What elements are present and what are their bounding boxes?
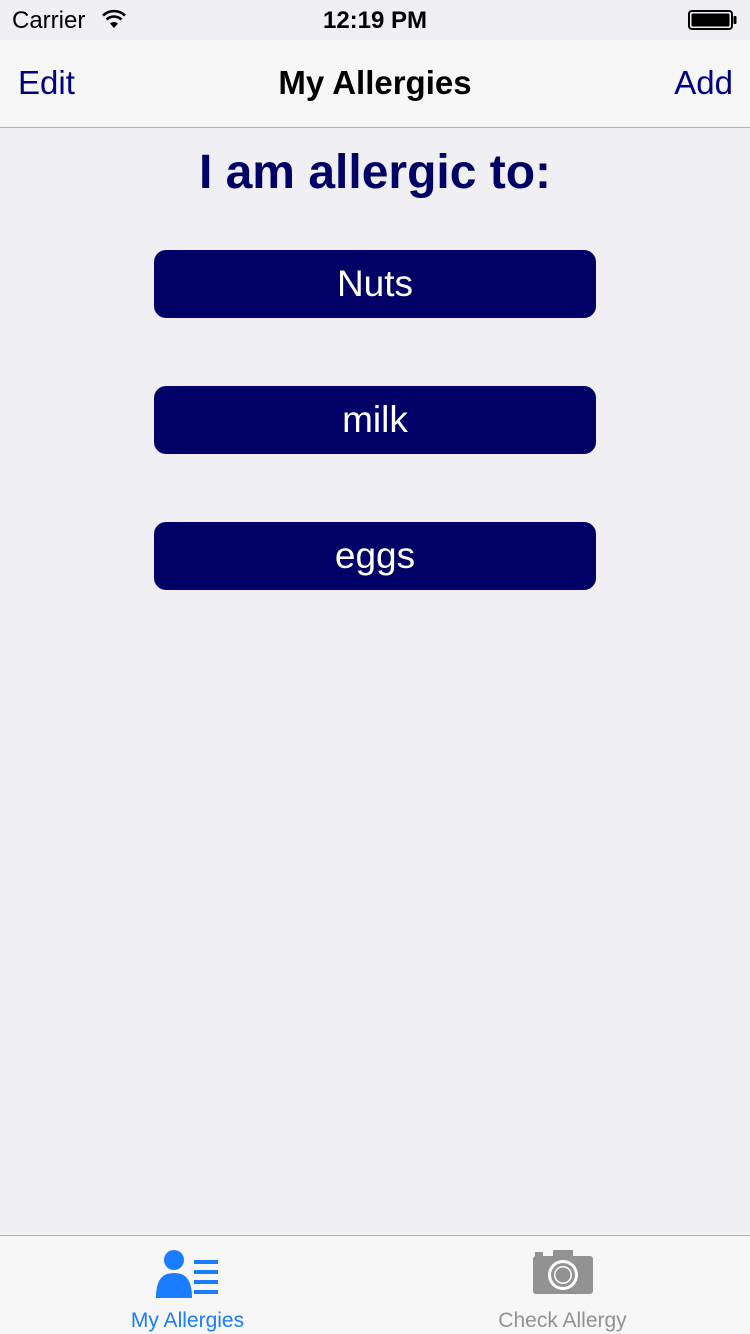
- status-bar: Carrier 12:19 PM: [0, 0, 750, 40]
- status-time: 12:19 PM: [322, 7, 428, 34]
- allergy-list: Nuts milk eggs: [154, 250, 596, 658]
- allergy-button-milk[interactable]: milk: [154, 386, 596, 454]
- allergy-button-eggs[interactable]: eggs: [154, 522, 596, 590]
- tab-my-allergies-label: My Allergies: [130, 1309, 245, 1332]
- tab-check-allergy[interactable]: Check Allergy: [375, 1236, 750, 1334]
- add-button[interactable]: Add: [674, 64, 733, 102]
- allergy-button-nuts[interactable]: Nuts: [154, 250, 596, 318]
- tab-check-allergy-label: Check Allergy: [498, 1309, 627, 1332]
- navigation-bar: Edit My Allergies Add: [0, 40, 750, 128]
- camera-icon: [532, 1250, 593, 1294]
- battery-icon: [688, 10, 737, 30]
- page-title: My Allergies: [278, 64, 472, 101]
- screen: Carrier 12:19 PM Edit My Allergies Add I…: [0, 0, 750, 1334]
- tab-my-allergies[interactable]: My Allergies: [0, 1236, 375, 1334]
- contacts-list-icon: [155, 1250, 218, 1298]
- allergy-heading: I am allergic to:: [198, 146, 552, 199]
- tab-bar: My Allergies Check Allergy: [0, 1235, 750, 1334]
